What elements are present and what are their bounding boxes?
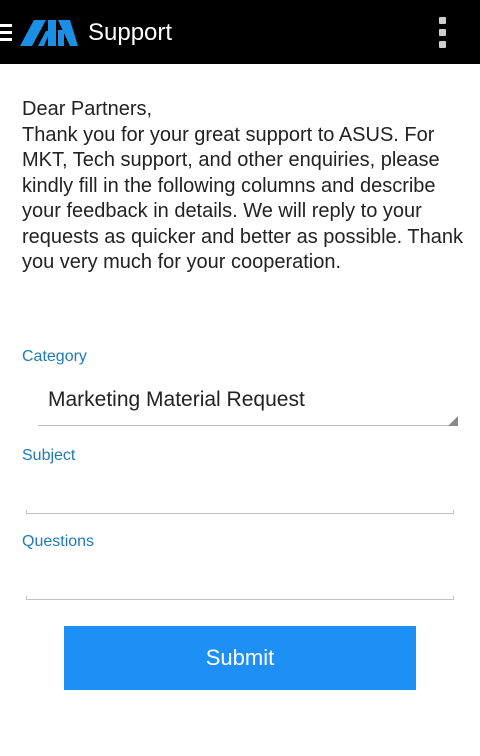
- dropdown-corner-icon[interactable]: [448, 416, 458, 426]
- subject-underline: [26, 513, 454, 514]
- subject-underline-tick: [26, 510, 27, 514]
- hamburger-menu-icon[interactable]: [0, 24, 14, 42]
- page-title: Support: [88, 19, 173, 46]
- category-select[interactable]: Marketing Material Request: [48, 387, 305, 413]
- menu-line: [0, 24, 12, 27]
- questions-underline-tick: [453, 596, 454, 600]
- category-label: Category: [22, 348, 87, 365]
- questions-label: Questions: [22, 533, 95, 550]
- subject-underline-tick: [453, 510, 454, 514]
- subject-field: [26, 484, 454, 514]
- intro-text: Dear Partners, Thank you for your great …: [22, 97, 468, 276]
- app-bar: Support: [0, 0, 480, 64]
- intro-greeting: Dear Partners,: [22, 98, 153, 120]
- overflow-dot: [439, 41, 446, 48]
- overflow-dot: [439, 17, 446, 24]
- subject-input[interactable]: [26, 484, 454, 512]
- overflow-menu-icon[interactable]: [438, 16, 448, 48]
- questions-field: [26, 570, 454, 600]
- questions-input[interactable]: [26, 570, 454, 598]
- overflow-dot: [439, 29, 446, 36]
- asus-logo: [20, 20, 78, 46]
- questions-underline-tick: [26, 596, 27, 600]
- menu-line: [0, 38, 12, 41]
- questions-underline: [26, 599, 454, 600]
- menu-line: [0, 31, 12, 34]
- submit-button[interactable]: Submit: [64, 626, 416, 690]
- intro-body: Thank you for your great support to ASUS…: [22, 123, 463, 274]
- subject-label: Subject: [22, 447, 76, 464]
- category-underline: [38, 425, 458, 426]
